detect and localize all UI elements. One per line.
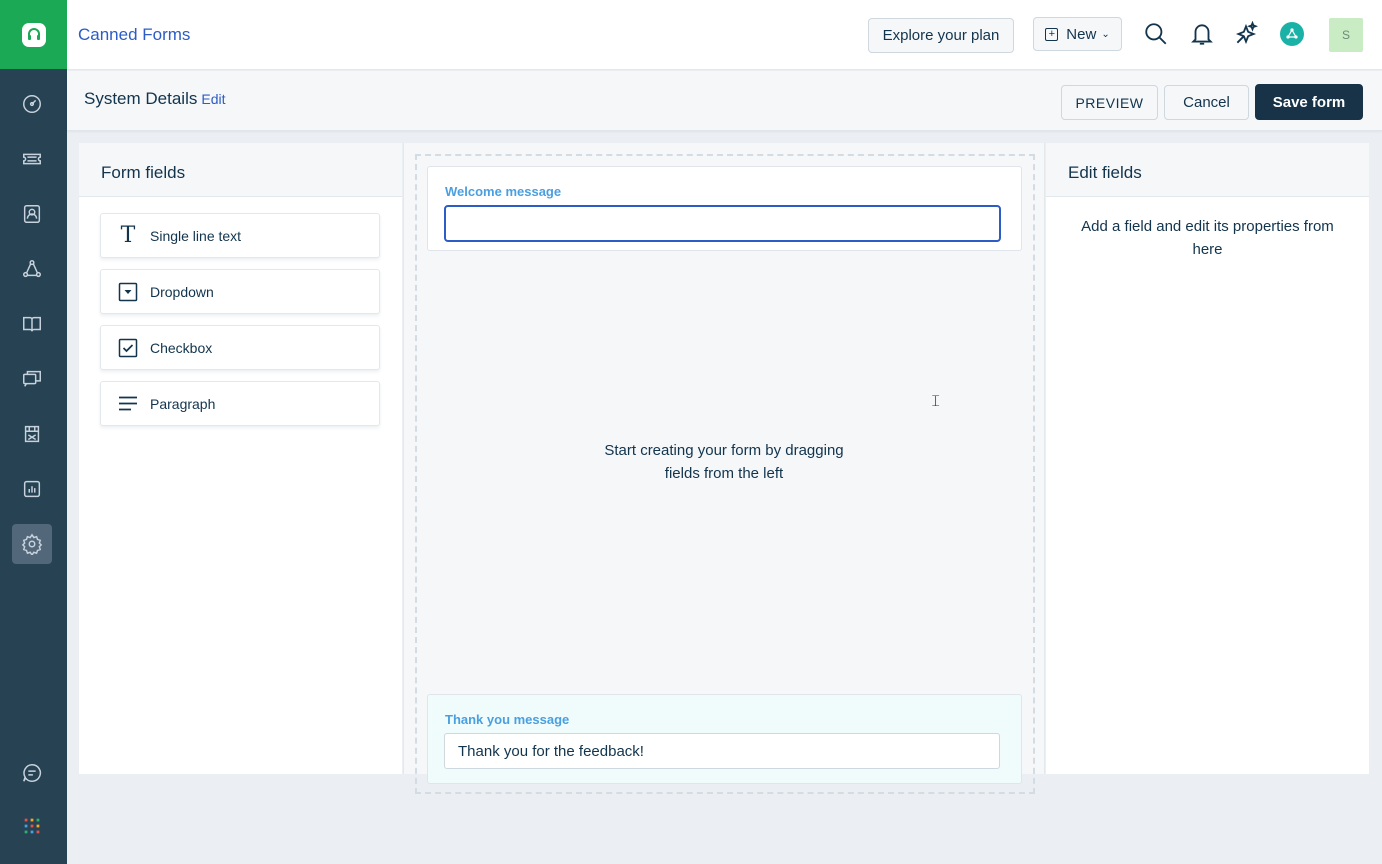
top-bar: Canned Forms Explore your plan + New ⌄ S [67,0,1382,70]
explore-plan-button[interactable]: Explore your plan [868,18,1014,53]
field-label: Paragraph [150,395,216,412]
single-line-text-field[interactable]: T Single line text [100,213,380,258]
bell-icon[interactable] [1188,20,1216,48]
tickets-nav-icon[interactable] [12,139,52,179]
preview-button[interactable]: PREVIEW [1061,85,1158,120]
field-label: Single line text [150,227,242,244]
headset-logo-icon [21,22,46,47]
search-icon[interactable] [1142,20,1170,48]
contacts-nav-icon[interactable] [12,194,52,234]
edit-fields-panel: Edit fields Add a field and edit its pro… [1046,143,1369,774]
avatar[interactable]: S [1329,18,1363,52]
thank-you-message-card: Thank you message [427,694,1022,784]
chevron-down-icon: ⌄ [1101,28,1110,40]
app-logo[interactable] [0,0,67,69]
form-fields-panel: Form fields T Single line text Dropdown … [79,143,402,774]
new-button[interactable]: + New ⌄ [1033,17,1122,51]
dropdown-field[interactable]: Dropdown [100,269,380,314]
new-button-label: New [1066,25,1097,43]
empty-canvas-hint: Start creating your form by dragging fie… [604,442,844,482]
page-title: Canned Forms [78,25,191,44]
solutions-nav-icon[interactable] [12,304,52,344]
ai-sparkle-icon[interactable] [1232,20,1260,48]
text-t-icon: T [120,223,136,248]
form-name: System Details [84,89,198,108]
welcome-message-label: Welcome message [445,184,562,199]
edit-fields-heading: Edit fields [1046,143,1369,197]
forums-nav-icon[interactable] [12,359,52,399]
settings-nav-icon[interactable] [12,524,52,564]
paragraph-field[interactable]: Paragraph [100,381,380,426]
checkbox-field[interactable]: Checkbox [100,325,380,370]
sidebar [0,0,67,864]
thank-you-message-input[interactable] [444,733,1000,769]
form-header: System Details Edit PREVIEW Cancel Save f… [67,71,1382,131]
org-switcher-icon[interactable] [1280,22,1304,46]
dashboard-nav-icon[interactable] [12,84,52,124]
form-canvas[interactable]: Welcome message Start creating your form… [403,143,1045,794]
checkbox-icon [118,338,138,358]
edit-form-name-link[interactable]: Edit [201,91,225,107]
text-cursor-icon: 𝙸 [930,391,942,410]
edit-fields-hint: Add a field and edit its properties from… [1081,218,1334,258]
field-label: Dropdown [150,283,214,300]
form-title: System Details Edit [84,89,226,109]
welcome-message-card: Welcome message [427,166,1022,251]
reports-nav-icon[interactable] [12,469,52,509]
feedback-nav-icon[interactable] [12,753,52,793]
welcome-message-input[interactable] [444,205,1001,242]
form-fields-heading: Form fields [79,143,402,197]
dropdown-icon [118,282,138,302]
thank-you-message-label: Thank you message [445,712,570,727]
save-form-button[interactable]: Save form [1255,84,1363,120]
apps-grid-icon[interactable] [12,806,52,846]
paragraph-icon [118,394,138,414]
plus-box-icon: + [1045,27,1059,41]
cancel-button[interactable]: Cancel [1164,85,1249,120]
field-label: Checkbox [150,339,213,356]
groups-nav-icon[interactable] [12,249,52,289]
assets-nav-icon[interactable] [12,414,52,454]
